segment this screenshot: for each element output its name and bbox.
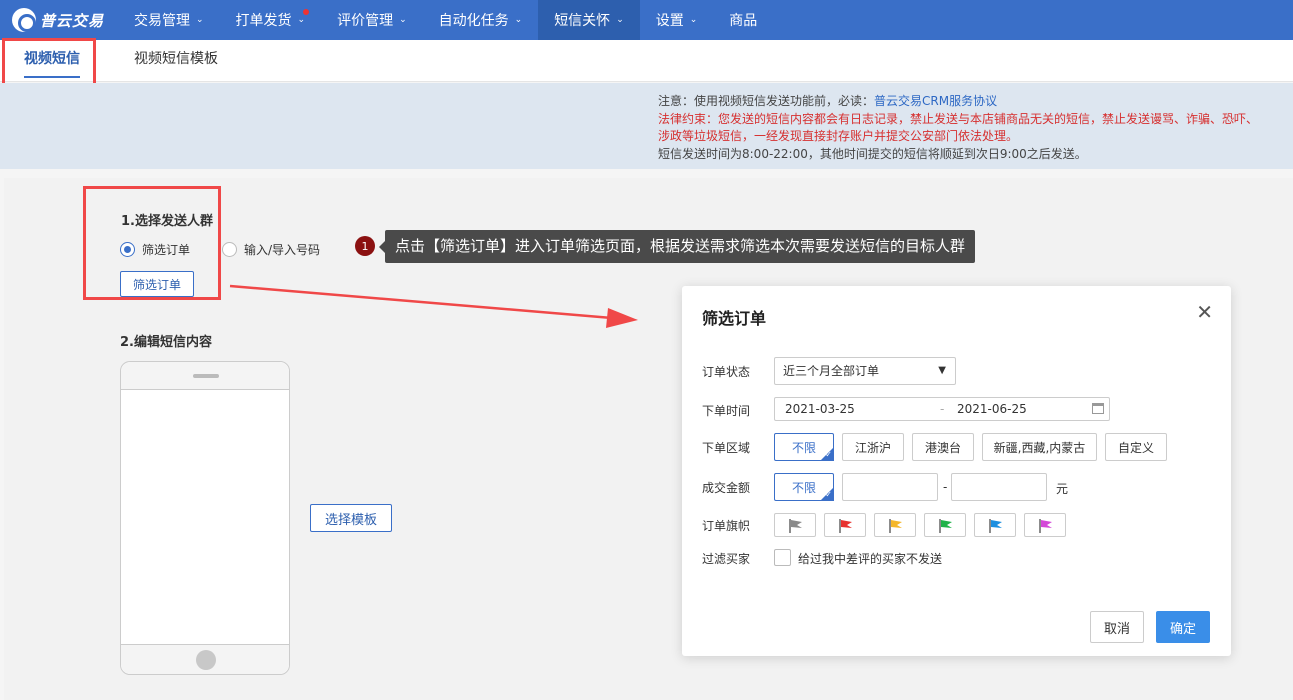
flag-purple[interactable] xyxy=(1024,513,1066,537)
region-chip-remote[interactable]: 新疆,西藏,内蒙古 xyxy=(982,433,1097,461)
close-icon[interactable]: ✕ xyxy=(1196,302,1213,322)
chevron-down-icon: ▼ xyxy=(938,365,946,376)
flag-icon xyxy=(1039,519,1052,533)
flag-yellow[interactable] xyxy=(874,513,916,537)
order-flag-label: 订单旗帜 xyxy=(702,519,751,533)
region-chip-jzh[interactable]: 江浙沪 xyxy=(842,433,904,461)
region-chip-any[interactable]: 不限 ✓ xyxy=(774,433,834,461)
date-separator: - xyxy=(940,402,945,416)
amount-separator: - xyxy=(943,480,948,494)
flag-red[interactable] xyxy=(824,513,866,537)
confirm-button[interactable]: 确定 xyxy=(1156,611,1210,643)
flag-green[interactable] xyxy=(924,513,966,537)
calendar-icon[interactable] xyxy=(1092,403,1104,414)
flag-icon xyxy=(939,519,952,533)
order-date-range[interactable]: 2021-03-25 - 2021-06-25 xyxy=(774,397,1110,421)
chip-label: 不限 xyxy=(791,480,816,495)
flag-icon xyxy=(789,519,802,533)
amount-max-input[interactable] xyxy=(951,473,1047,501)
amount-label: 成交金额 xyxy=(702,481,751,495)
flag-icon xyxy=(989,519,1002,533)
filter-buyer-label: 过滤买家 xyxy=(702,552,751,566)
chip-label: 不限 xyxy=(791,440,816,455)
bad-review-checkbox-label[interactable]: 给过我中差评的买家不发送 xyxy=(798,550,942,567)
bad-review-checkbox[interactable] xyxy=(774,549,791,566)
cancel-button[interactable]: 取消 xyxy=(1090,611,1144,643)
region-chip-gat[interactable]: 港澳台 xyxy=(912,433,974,461)
check-icon: ✓ xyxy=(825,490,832,499)
check-icon: ✓ xyxy=(825,450,832,459)
order-status-value: 近三个月全部订单 xyxy=(783,364,880,378)
region-chip-custom[interactable]: 自定义 xyxy=(1105,433,1167,461)
filter-orders-dialog: 筛选订单 ✕ 订单状态 近三个月全部订单 ▼ 下单时间 2021-03-25 -… xyxy=(682,286,1231,656)
date-end[interactable]: 2021-06-25 xyxy=(957,398,1027,420)
amount-unit: 元 xyxy=(1056,482,1069,496)
order-status-label: 订单状态 xyxy=(702,365,751,379)
flag-blue[interactable] xyxy=(974,513,1016,537)
amount-min-input[interactable] xyxy=(842,473,938,501)
date-start[interactable]: 2021-03-25 xyxy=(785,398,855,420)
order-status-select[interactable]: 近三个月全部订单 ▼ xyxy=(774,357,956,385)
flag-icon xyxy=(889,519,902,533)
flag-gray[interactable] xyxy=(774,513,816,537)
amount-chip-any[interactable]: 不限 ✓ xyxy=(774,473,834,501)
order-time-label: 下单时间 xyxy=(702,404,751,418)
order-region-label: 下单区域 xyxy=(702,441,751,455)
dialog-title: 筛选订单 xyxy=(702,309,767,328)
flag-icon xyxy=(839,519,852,533)
